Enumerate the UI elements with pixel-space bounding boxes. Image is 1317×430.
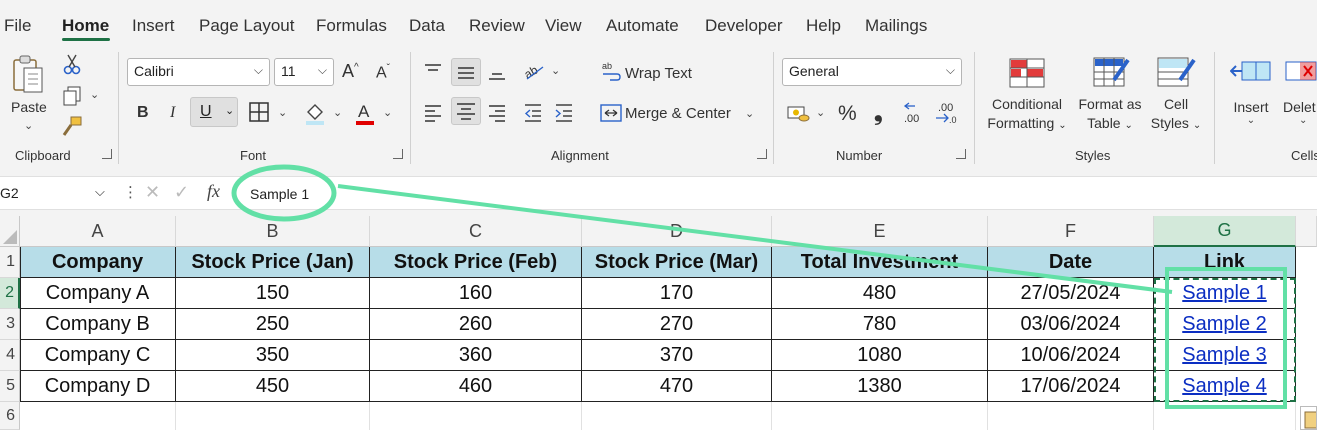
clipboard-icon xyxy=(1304,411,1316,429)
annotation-box xyxy=(1165,267,1287,409)
annotation-circle xyxy=(231,164,337,222)
paste-options-button[interactable] xyxy=(1300,406,1317,430)
annotation-overlay xyxy=(231,164,1287,409)
annotation-connector-line xyxy=(337,184,1173,294)
